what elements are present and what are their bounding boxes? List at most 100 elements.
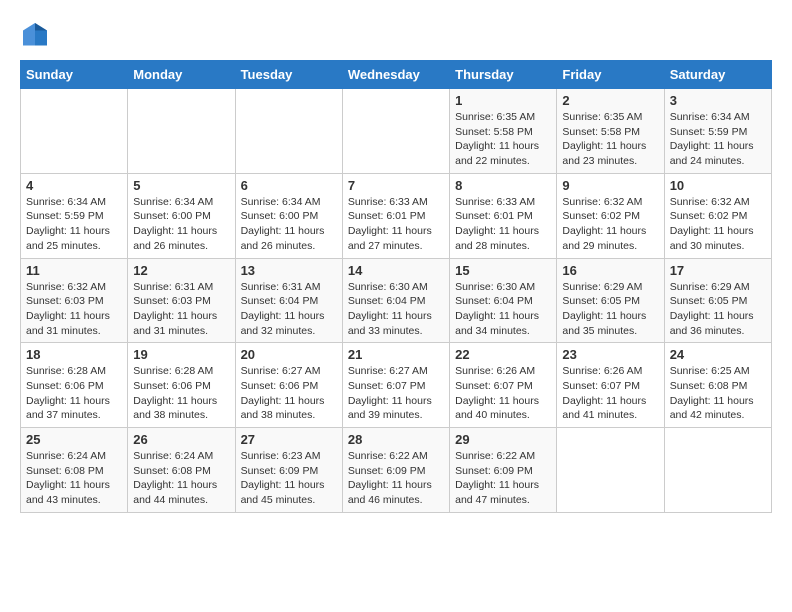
- day-number: 19: [133, 347, 229, 362]
- day-number: 2: [562, 93, 658, 108]
- calendar-cell: 3 Sunrise: 6:34 AM Sunset: 5:59 PM Daylig…: [664, 89, 771, 174]
- calendar-cell: 20 Sunrise: 6:27 AM Sunset: 6:06 PM Dayli…: [235, 343, 342, 428]
- calendar-cell: 16 Sunrise: 6:29 AM Sunset: 6:05 PM Dayli…: [557, 258, 664, 343]
- day-number: 3: [670, 93, 766, 108]
- day-info: Sunrise: 6:34 AM Sunset: 5:59 PM Dayligh…: [26, 195, 122, 254]
- day-number: 9: [562, 178, 658, 193]
- page-header: [20, 20, 772, 50]
- calendar-cell: 24 Sunrise: 6:25 AM Sunset: 6:08 PM Dayli…: [664, 343, 771, 428]
- day-header-monday: Monday: [128, 61, 235, 89]
- day-number: 8: [455, 178, 551, 193]
- day-info: Sunrise: 6:27 AM Sunset: 6:06 PM Dayligh…: [241, 364, 337, 423]
- calendar-cell: 18 Sunrise: 6:28 AM Sunset: 6:06 PM Dayli…: [21, 343, 128, 428]
- day-number: 27: [241, 432, 337, 447]
- day-info: Sunrise: 6:31 AM Sunset: 6:03 PM Dayligh…: [133, 280, 229, 339]
- calendar-cell: 26 Sunrise: 6:24 AM Sunset: 6:08 PM Dayli…: [128, 428, 235, 513]
- calendar-cell: 28Sunrise: 6:22 AM Sunset: 6:09 PM Dayli…: [342, 428, 449, 513]
- calendar-cell: 23 Sunrise: 6:26 AM Sunset: 6:07 PM Dayli…: [557, 343, 664, 428]
- calendar-cell: 6Sunrise: 6:34 AM Sunset: 6:00 PM Daylig…: [235, 173, 342, 258]
- day-number: 12: [133, 263, 229, 278]
- calendar-header-row: SundayMondayTuesdayWednesdayThursdayFrid…: [21, 61, 772, 89]
- calendar-cell: 29 Sunrise: 6:22 AM Sunset: 6:09 PM Dayli…: [450, 428, 557, 513]
- day-header-tuesday: Tuesday: [235, 61, 342, 89]
- calendar-week-5: 25 Sunrise: 6:24 AM Sunset: 6:08 PM Dayli…: [21, 428, 772, 513]
- calendar-cell: 17 Sunrise: 6:29 AM Sunset: 6:05 PM Dayli…: [664, 258, 771, 343]
- day-number: 20: [241, 347, 337, 362]
- day-info: Sunrise: 6:28 AM Sunset: 6:06 PM Dayligh…: [26, 364, 122, 423]
- calendar-cell: 4 Sunrise: 6:34 AM Sunset: 5:59 PM Daylig…: [21, 173, 128, 258]
- calendar-cell: 5Sunrise: 6:34 AM Sunset: 6:00 PM Daylig…: [128, 173, 235, 258]
- calendar-cell: 14 Sunrise: 6:30 AM Sunset: 6:04 PM Dayli…: [342, 258, 449, 343]
- calendar-week-1: 1 Sunrise: 6:35 AM Sunset: 5:58 PM Daylig…: [21, 89, 772, 174]
- day-info: Sunrise: 6:29 AM Sunset: 6:05 PM Dayligh…: [670, 280, 766, 339]
- day-info: Sunrise: 6:29 AM Sunset: 6:05 PM Dayligh…: [562, 280, 658, 339]
- day-info: Sunrise: 6:23 AM Sunset: 6:09 PM Dayligh…: [241, 449, 337, 508]
- day-info: Sunrise: 6:22 AM Sunset: 6:09 PM Dayligh…: [348, 449, 444, 508]
- day-header-wednesday: Wednesday: [342, 61, 449, 89]
- day-header-friday: Friday: [557, 61, 664, 89]
- day-number: 6: [241, 178, 337, 193]
- day-number: 13: [241, 263, 337, 278]
- calendar-cell: 27 Sunrise: 6:23 AM Sunset: 6:09 PM Dayli…: [235, 428, 342, 513]
- day-number: 25: [26, 432, 122, 447]
- calendar-cell: 10 Sunrise: 6:32 AM Sunset: 6:02 PM Dayli…: [664, 173, 771, 258]
- calendar-cell: [557, 428, 664, 513]
- day-info: Sunrise: 6:24 AM Sunset: 6:08 PM Dayligh…: [133, 449, 229, 508]
- day-number: 16: [562, 263, 658, 278]
- day-number: 29: [455, 432, 551, 447]
- day-number: 7: [348, 178, 444, 193]
- day-number: 5: [133, 178, 229, 193]
- calendar-cell: 22 Sunrise: 6:26 AM Sunset: 6:07 PM Dayli…: [450, 343, 557, 428]
- day-info: Sunrise: 6:24 AM Sunset: 6:08 PM Dayligh…: [26, 449, 122, 508]
- day-number: 18: [26, 347, 122, 362]
- day-info: Sunrise: 6:31 AM Sunset: 6:04 PM Dayligh…: [241, 280, 337, 339]
- day-info: Sunrise: 6:27 AM Sunset: 6:07 PM Dayligh…: [348, 364, 444, 423]
- calendar-cell: 2 Sunrise: 6:35 AM Sunset: 5:58 PM Daylig…: [557, 89, 664, 174]
- day-number: 1: [455, 93, 551, 108]
- day-header-thursday: Thursday: [450, 61, 557, 89]
- day-info: Sunrise: 6:30 AM Sunset: 6:04 PM Dayligh…: [455, 280, 551, 339]
- calendar-cell: [664, 428, 771, 513]
- day-info: Sunrise: 6:22 AM Sunset: 6:09 PM Dayligh…: [455, 449, 551, 508]
- day-number: 10: [670, 178, 766, 193]
- day-number: 22: [455, 347, 551, 362]
- day-number: 4: [26, 178, 122, 193]
- calendar-cell: [21, 89, 128, 174]
- day-info: Sunrise: 6:32 AM Sunset: 6:02 PM Dayligh…: [562, 195, 658, 254]
- day-info: Sunrise: 6:32 AM Sunset: 6:03 PM Dayligh…: [26, 280, 122, 339]
- day-number: 15: [455, 263, 551, 278]
- day-number: 26: [133, 432, 229, 447]
- calendar-cell: 13 Sunrise: 6:31 AM Sunset: 6:04 PM Dayli…: [235, 258, 342, 343]
- day-info: Sunrise: 6:32 AM Sunset: 6:02 PM Dayligh…: [670, 195, 766, 254]
- calendar-cell: 25 Sunrise: 6:24 AM Sunset: 6:08 PM Dayli…: [21, 428, 128, 513]
- day-info: Sunrise: 6:35 AM Sunset: 5:58 PM Dayligh…: [562, 110, 658, 169]
- calendar-week-3: 11 Sunrise: 6:32 AM Sunset: 6:03 PM Dayli…: [21, 258, 772, 343]
- day-info: Sunrise: 6:34 AM Sunset: 5:59 PM Dayligh…: [670, 110, 766, 169]
- day-number: 14: [348, 263, 444, 278]
- day-number: 24: [670, 347, 766, 362]
- calendar-cell: [235, 89, 342, 174]
- calendar-cell: 19Sunrise: 6:28 AM Sunset: 6:06 PM Dayli…: [128, 343, 235, 428]
- day-number: 17: [670, 263, 766, 278]
- calendar-cell: [128, 89, 235, 174]
- logo: [20, 20, 54, 50]
- calendar-cell: 7Sunrise: 6:33 AM Sunset: 6:01 PM Daylig…: [342, 173, 449, 258]
- day-number: 23: [562, 347, 658, 362]
- day-info: Sunrise: 6:25 AM Sunset: 6:08 PM Dayligh…: [670, 364, 766, 423]
- calendar-cell: 21 Sunrise: 6:27 AM Sunset: 6:07 PM Dayli…: [342, 343, 449, 428]
- calendar-table: SundayMondayTuesdayWednesdayThursdayFrid…: [20, 60, 772, 513]
- calendar-cell: 8Sunrise: 6:33 AM Sunset: 6:01 PM Daylig…: [450, 173, 557, 258]
- calendar-cell: 11 Sunrise: 6:32 AM Sunset: 6:03 PM Dayli…: [21, 258, 128, 343]
- day-info: Sunrise: 6:35 AM Sunset: 5:58 PM Dayligh…: [455, 110, 551, 169]
- day-info: Sunrise: 6:26 AM Sunset: 6:07 PM Dayligh…: [562, 364, 658, 423]
- day-number: 11: [26, 263, 122, 278]
- day-header-sunday: Sunday: [21, 61, 128, 89]
- day-info: Sunrise: 6:30 AM Sunset: 6:04 PM Dayligh…: [348, 280, 444, 339]
- calendar-cell: 12 Sunrise: 6:31 AM Sunset: 6:03 PM Dayli…: [128, 258, 235, 343]
- calendar-cell: [342, 89, 449, 174]
- day-info: Sunrise: 6:26 AM Sunset: 6:07 PM Dayligh…: [455, 364, 551, 423]
- day-number: 21: [348, 347, 444, 362]
- day-header-saturday: Saturday: [664, 61, 771, 89]
- logo-icon: [20, 20, 50, 50]
- calendar-week-2: 4 Sunrise: 6:34 AM Sunset: 5:59 PM Daylig…: [21, 173, 772, 258]
